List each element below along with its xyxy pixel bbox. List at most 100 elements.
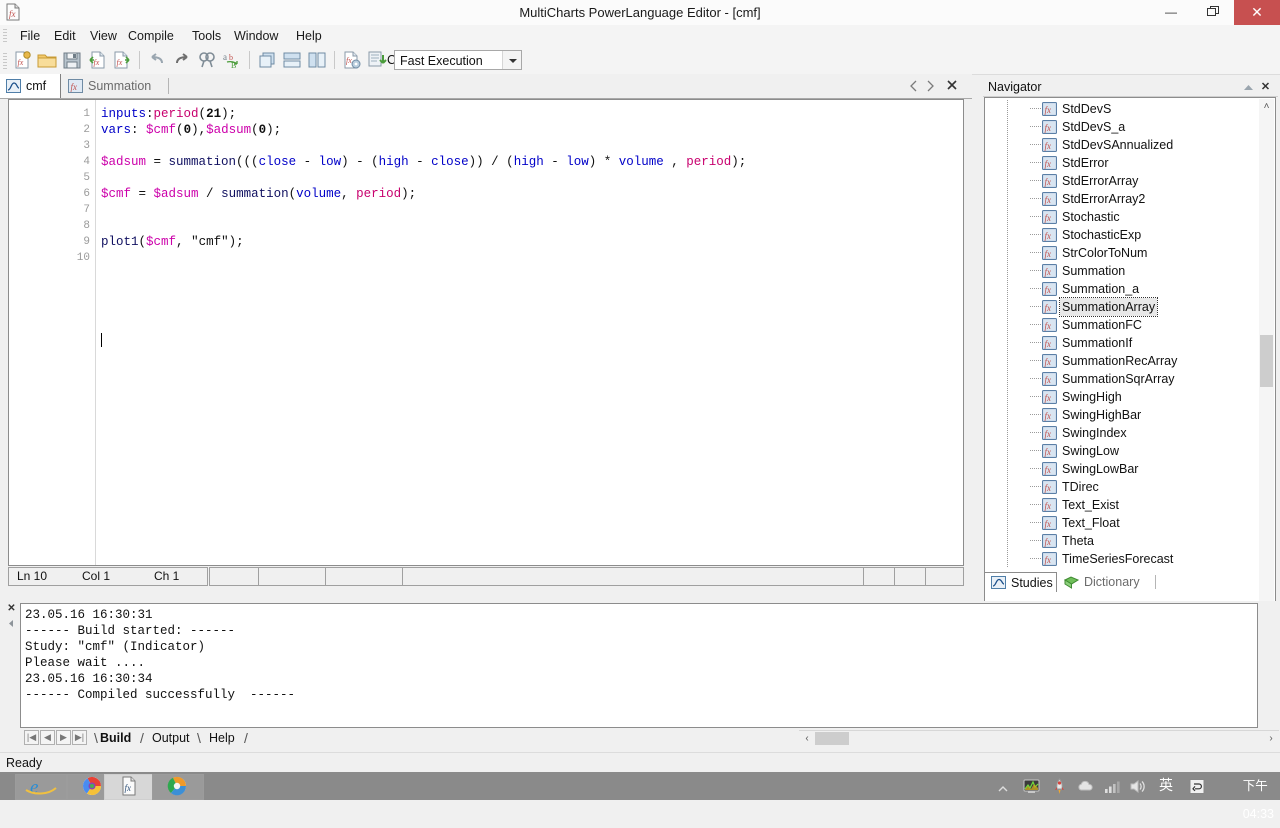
navigator-item[interactable]: fx SwingHigh xyxy=(985,388,1261,406)
ime-switch-icon[interactable] xyxy=(1188,778,1206,795)
navigator-item[interactable]: fx Theta xyxy=(985,532,1261,550)
open-file-button[interactable] xyxy=(36,49,58,71)
navigator-item[interactable]: fx StrColorToNum xyxy=(985,244,1261,262)
navigator-item[interactable]: fx SummationIf xyxy=(985,334,1261,352)
cascade-windows-button[interactable] xyxy=(256,49,278,71)
compile-button[interactable] xyxy=(366,49,388,71)
first-button[interactable]: |◀ xyxy=(24,730,39,745)
output-collapse-icon[interactable] xyxy=(7,617,16,627)
cloud-sync-icon[interactable] xyxy=(1077,778,1094,795)
export-study-button[interactable]: fx xyxy=(111,49,133,71)
svg-text:fx: fx xyxy=(1045,483,1052,493)
tile-horizontal-button[interactable] xyxy=(281,49,303,71)
menu-item-file[interactable]: File xyxy=(12,25,48,47)
menu-item-compile[interactable]: Compile xyxy=(120,25,182,47)
taskbar-browser[interactable] xyxy=(152,774,204,800)
navigator-item[interactable]: fx SwingHighBar xyxy=(985,406,1261,424)
save-button[interactable] xyxy=(61,49,83,71)
tray-clock[interactable]: 下午 04:33 xyxy=(1243,772,1274,821)
navigator-item[interactable]: fx StdDevSAnnualized xyxy=(985,136,1261,154)
minimize-button[interactable]: — xyxy=(1150,0,1192,25)
code-token: plot1 xyxy=(101,235,139,249)
scroll-up-button[interactable]: ˄ xyxy=(1259,99,1274,114)
navigator-item[interactable]: fx Summation_a xyxy=(985,280,1261,298)
ime-language-icon[interactable]: 英 xyxy=(1156,778,1176,795)
navigator-item[interactable]: fx Stochastic xyxy=(985,208,1261,226)
navigator-item[interactable]: fx StdDevS_a xyxy=(985,118,1261,136)
navigator-item[interactable]: fx StdDevS xyxy=(985,100,1261,118)
prev-button[interactable]: ◀ xyxy=(40,730,55,745)
navigator-item[interactable]: fx SummationSqrArray xyxy=(985,370,1261,388)
tile-vertical-button[interactable] xyxy=(306,49,328,71)
auto-hide-pin-icon[interactable] xyxy=(1242,81,1255,94)
hscroll-thumb[interactable] xyxy=(815,732,849,745)
menu-item-edit[interactable]: Edit xyxy=(46,25,84,47)
scrollbar-thumb[interactable] xyxy=(1260,335,1273,387)
function-icon: fx xyxy=(1042,102,1057,116)
navigator-item[interactable]: fx SwingLow xyxy=(985,442,1261,460)
chevron-down-icon[interactable] xyxy=(502,51,521,69)
navigator-item[interactable]: fx StdError xyxy=(985,154,1261,172)
navigator-item[interactable]: fx TDirec xyxy=(985,478,1261,496)
menu-item-help[interactable]: Help xyxy=(288,25,330,47)
navigator-scrollbar[interactable]: ˄ ˅ xyxy=(1259,99,1274,648)
navigator-item[interactable]: fx Text_Exist xyxy=(985,496,1261,514)
menu-item-view[interactable]: View xyxy=(82,25,125,47)
menu-item-tools[interactable]: Tools xyxy=(184,25,229,47)
close-button[interactable]: ✕ xyxy=(1234,0,1280,25)
status-line: Ln 10 xyxy=(17,569,48,583)
doc-tab-summation[interactable]: fx Summation xyxy=(62,74,167,98)
navigator-item[interactable]: fx SummationArray xyxy=(985,297,1261,317)
tray-expand-icon[interactable] xyxy=(998,782,1008,792)
resource-monitor-icon[interactable] xyxy=(1023,778,1040,795)
build-output-box[interactable]: 23.05.16 16:30:31 ------ Build started: … xyxy=(20,603,1258,728)
output-close-icon[interactable]: ✕ xyxy=(6,603,17,614)
nav-tab-studies[interactable]: Studies xyxy=(984,572,1057,592)
volume-icon[interactable] xyxy=(1129,778,1146,795)
navigator-item[interactable]: fx StdErrorArray2 xyxy=(985,190,1261,208)
code-content[interactable]: inputs:period(21); vars: $cmf(0),$adsum(0… xyxy=(101,106,961,266)
study-properties-button[interactable]: fx xyxy=(341,49,363,71)
code-editor[interactable]: 1 2 3 4 5 6 7 8 9 10 inputs:period(21); vars: $cmf… xyxy=(8,99,964,566)
doc-tab-cmf[interactable]: cmf xyxy=(0,74,61,98)
find-button[interactable] xyxy=(196,49,218,71)
nav-tab-dictionary[interactable]: Dictionary xyxy=(1058,572,1153,592)
navigator-item[interactable]: fx SummationFC xyxy=(985,316,1261,334)
navigator-close-icon[interactable]: ✕ xyxy=(1259,80,1272,94)
rocket-launcher-icon[interactable] xyxy=(1051,778,1068,795)
taskbar-internet-explorer[interactable]: e xyxy=(15,774,67,800)
navigator-item[interactable]: fx SwingLowBar xyxy=(985,460,1261,478)
maximize-button[interactable] xyxy=(1192,0,1234,25)
hscroll-left-button[interactable]: ‹ xyxy=(799,731,815,746)
navigator-item[interactable]: fx SummationRecArray xyxy=(985,352,1261,370)
output-tab-help[interactable]: Help xyxy=(209,729,235,747)
navigator-item[interactable]: fx SwingIndex xyxy=(985,424,1261,442)
navigator-item[interactable]: fx StochasticExp xyxy=(985,226,1261,244)
replace-button[interactable]: a b B xyxy=(221,49,243,71)
code-token: 21 xyxy=(206,107,222,121)
undo-button[interactable] xyxy=(146,49,168,71)
navigator-tree[interactable]: fx StdDevS fx StdDevS_a fx StdDevSAnnualized f… xyxy=(984,97,1276,650)
execution-mode-combo[interactable]: Fast Execution xyxy=(394,50,522,70)
tab-scroll-next-button[interactable] xyxy=(924,79,936,93)
menu-item-window[interactable]: Window xyxy=(226,25,286,47)
navigator-item[interactable]: fx StdErrorArray xyxy=(985,172,1261,190)
new-study-button[interactable]: fx xyxy=(11,49,33,71)
next-button[interactable]: ▶ xyxy=(56,730,71,745)
navigator-item[interactable]: fx TimeSeriesForecast xyxy=(985,550,1261,568)
import-study-button[interactable]: fx xyxy=(86,49,108,71)
last-button[interactable]: ▶| xyxy=(72,730,87,745)
output-tab-build[interactable]: Build xyxy=(100,729,131,747)
network-signal-icon[interactable] xyxy=(1103,778,1120,795)
code-token: , xyxy=(176,235,192,249)
close-document-button[interactable] xyxy=(945,78,959,92)
tab-scroll-prev-button[interactable] xyxy=(908,79,920,93)
redo-button[interactable] xyxy=(171,49,193,71)
output-tab-output[interactable]: Output xyxy=(152,729,190,747)
navigator-item[interactable]: fx Text_Float xyxy=(985,514,1261,532)
taskbar-powerlanguage-editor[interactable]: fx xyxy=(104,774,156,800)
output-horizontal-scrollbar[interactable]: ‹ › xyxy=(799,730,1279,747)
hscroll-right-button[interactable]: › xyxy=(1263,731,1279,746)
navigator-item[interactable]: fx Summation xyxy=(985,262,1261,280)
nav-tab-label: Dictionary xyxy=(1084,575,1140,589)
